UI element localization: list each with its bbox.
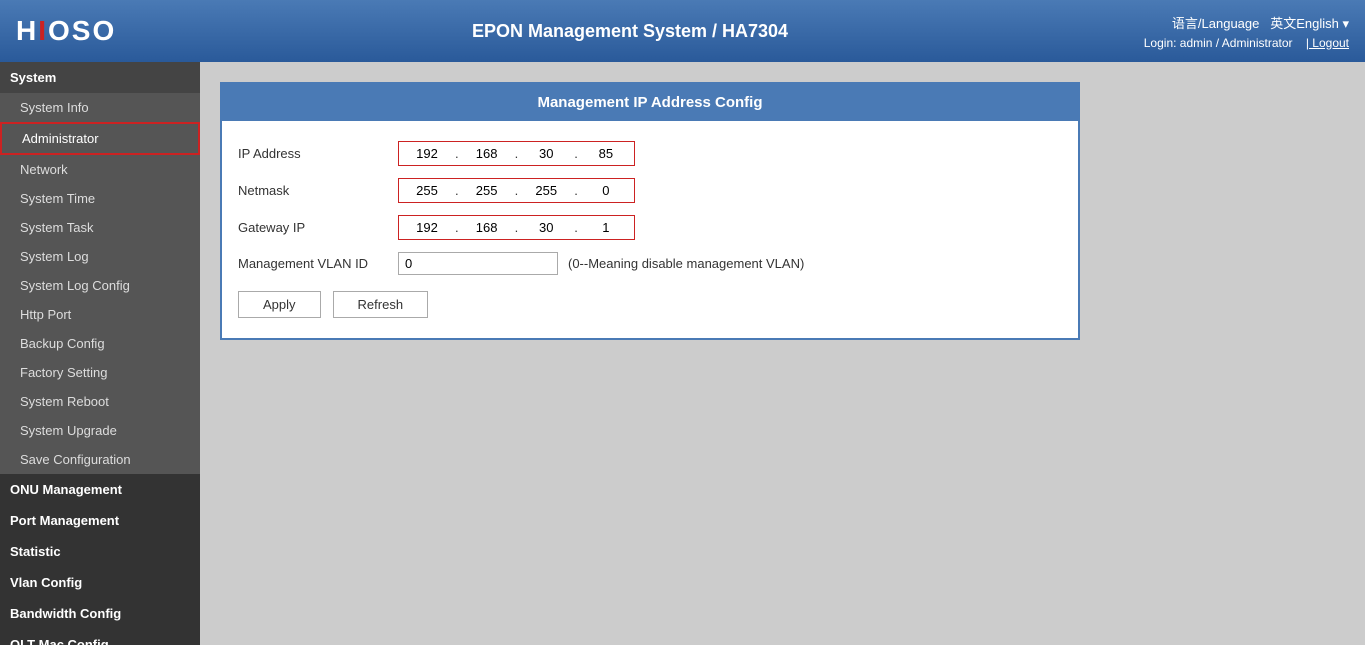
sidebar-group-system[interactable]: System	[0, 62, 200, 93]
header: HIOSO EPON Management System / HA7304 语言…	[0, 0, 1365, 62]
gw-dot-3: .	[572, 220, 580, 235]
ip-address-input-group: . . .	[398, 141, 635, 166]
header-title: EPON Management System / HA7304	[116, 21, 1143, 42]
ip-dot-1: .	[453, 146, 461, 161]
logo: HIOSO	[16, 15, 116, 47]
login-info: Login: admin / Administrator | Logout	[1144, 36, 1349, 50]
header-right: 语言/Language 英文English ▾ Login: admin / A…	[1144, 13, 1349, 50]
sidebar-group-bandwidth-config[interactable]: Bandwidth Config	[0, 598, 200, 629]
netmask-row: Netmask . . .	[238, 178, 1062, 203]
sidebar-group-vlan-config[interactable]: Vlan Config	[0, 567, 200, 598]
netmask-label: Netmask	[238, 183, 398, 198]
ip-address-octet3[interactable]	[520, 144, 572, 163]
gw-dot-2: .	[513, 220, 521, 235]
sidebar-item-backup-config[interactable]: Backup Config	[0, 329, 200, 358]
gw-dot-1: .	[453, 220, 461, 235]
config-panel: Management IP Address Config IP Address …	[220, 82, 1080, 340]
ip-address-octet2[interactable]	[461, 144, 513, 163]
gateway-octet1[interactable]	[401, 218, 453, 237]
sidebar-item-system-info[interactable]: System Info	[0, 93, 200, 122]
vlan-hint: (0--Meaning disable management VLAN)	[568, 256, 804, 271]
sidebar-item-save-configuration[interactable]: Save Configuration	[0, 445, 200, 474]
ip-dot-3: .	[572, 146, 580, 161]
apply-button[interactable]: Apply	[238, 291, 321, 318]
logo-area: HIOSO	[16, 15, 116, 47]
config-panel-title: Management IP Address Config	[222, 84, 1078, 121]
netmask-input-group: . . .	[398, 178, 635, 203]
ip-address-row: IP Address . . .	[238, 141, 1062, 166]
logo-letter-o1: O	[48, 15, 72, 46]
gateway-octet2[interactable]	[461, 218, 513, 237]
ip-address-label: IP Address	[238, 146, 398, 161]
netmask-octet1[interactable]	[401, 181, 453, 200]
sidebar-item-system-time[interactable]: System Time	[0, 184, 200, 213]
logo-letter-h: H	[16, 15, 38, 46]
sidebar-item-system-upgrade[interactable]: System Upgrade	[0, 416, 200, 445]
refresh-button[interactable]: Refresh	[333, 291, 429, 318]
sidebar-group-port-management[interactable]: Port Management	[0, 505, 200, 536]
nm-dot-2: .	[513, 183, 521, 198]
gateway-row: Gateway IP . . .	[238, 215, 1062, 240]
sidebar-item-http-port[interactable]: Http Port	[0, 300, 200, 329]
sidebar-group-statistic[interactable]: Statistic	[0, 536, 200, 567]
gateway-label: Gateway IP	[238, 220, 398, 235]
sidebar-group-onu-management[interactable]: ONU Management	[0, 474, 200, 505]
netmask-octet4[interactable]	[580, 181, 632, 200]
nm-dot-1: .	[453, 183, 461, 198]
config-panel-body: IP Address . . . Netmask	[222, 121, 1078, 338]
button-row: Apply Refresh	[238, 291, 1062, 318]
sidebar-item-network[interactable]: Network	[0, 155, 200, 184]
body: System System Info Administrator Network…	[0, 62, 1365, 645]
lang-label: 语言/Language	[1172, 16, 1259, 31]
sidebar: System System Info Administrator Network…	[0, 62, 200, 645]
logo-letter-s: S	[72, 15, 93, 46]
login-text: Login: admin / Administrator	[1144, 36, 1293, 50]
netmask-octet3[interactable]	[520, 181, 572, 200]
nm-dot-3: .	[572, 183, 580, 198]
sidebar-group-olt-mac-config[interactable]: OLT Mac Config	[0, 629, 200, 645]
sidebar-item-system-reboot[interactable]: System Reboot	[0, 387, 200, 416]
ip-address-octet1[interactable]	[401, 144, 453, 163]
language-selector[interactable]: 语言/Language 英文English ▾	[1172, 13, 1349, 32]
netmask-octet2[interactable]	[461, 181, 513, 200]
gateway-octet3[interactable]	[520, 218, 572, 237]
logout-button[interactable]: | Logout	[1306, 36, 1349, 50]
vlan-id-label: Management VLAN ID	[238, 256, 398, 271]
main-content: Management IP Address Config IP Address …	[200, 62, 1365, 645]
logo-letter-o2: O	[92, 15, 116, 46]
logo-letter-i-red: I	[38, 15, 48, 46]
ip-address-octet4[interactable]	[580, 144, 632, 163]
sidebar-item-administrator[interactable]: Administrator	[0, 122, 200, 155]
sidebar-item-system-log-config[interactable]: System Log Config	[0, 271, 200, 300]
ip-dot-2: .	[513, 146, 521, 161]
sidebar-item-system-task[interactable]: System Task	[0, 213, 200, 242]
sidebar-item-system-log[interactable]: System Log	[0, 242, 200, 271]
vlan-id-input[interactable]	[398, 252, 558, 275]
vlan-row: Management VLAN ID (0--Meaning disable m…	[238, 252, 1062, 275]
gateway-octet4[interactable]	[580, 218, 632, 237]
gateway-input-group: . . .	[398, 215, 635, 240]
lang-value[interactable]: 英文English ▾	[1270, 16, 1349, 31]
sidebar-item-factory-setting[interactable]: Factory Setting	[0, 358, 200, 387]
